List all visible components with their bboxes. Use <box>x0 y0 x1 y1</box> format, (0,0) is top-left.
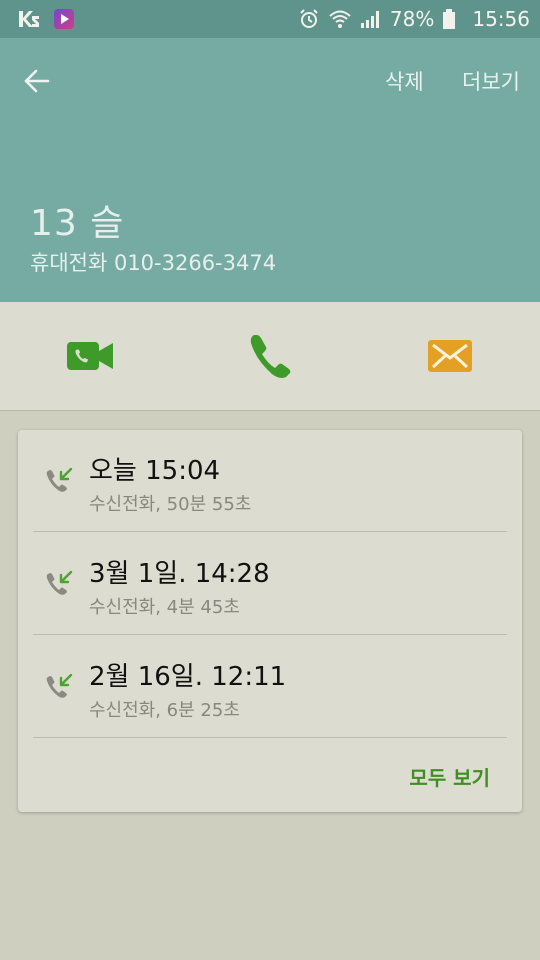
voice-call-button[interactable] <box>210 302 330 410</box>
incoming-call-icon <box>46 467 73 492</box>
incoming-call-icon <box>46 570 73 595</box>
call-log-item[interactable]: 3월 1일. 14:28 수신전화, 4분 45초 <box>18 533 522 636</box>
more-button[interactable]: 더보기 <box>462 66 520 96</box>
message-button[interactable] <box>390 302 510 410</box>
call-log-detail: 수신전화, 6분 25초 <box>89 700 240 721</box>
action-row <box>0 302 540 411</box>
phone-icon <box>250 335 291 378</box>
video-call-button[interactable] <box>30 302 150 410</box>
contact-name: 13 슬 <box>30 203 125 244</box>
alarm-icon <box>298 8 320 30</box>
wifi-icon <box>328 9 352 29</box>
call-log-item[interactable]: 오늘 15:04 수신전화, 50분 55초 <box>18 430 522 533</box>
media-app-icon <box>54 9 74 29</box>
battery-percentage: 78% <box>389 7 435 31</box>
incoming-call-icon <box>46 673 73 698</box>
call-log-detail: 수신전화, 50분 55초 <box>89 494 252 515</box>
divider <box>33 531 507 532</box>
delete-button[interactable]: 삭제 <box>385 66 424 96</box>
call-log-date: 3월 1일. 14:28 <box>89 559 270 589</box>
video-call-icon <box>67 342 113 370</box>
divider <box>33 634 507 635</box>
call-log-detail: 수신전화, 4분 45초 <box>89 597 240 618</box>
call-log-date: 오늘 15:04 <box>89 456 221 486</box>
clock: 15:56 <box>472 7 530 31</box>
contact-phone[interactable]: 휴대전화 010-3266-3474 <box>30 247 276 277</box>
back-arrow-icon <box>24 69 50 93</box>
signal-icon <box>360 9 382 29</box>
status-bar: 78% 15:56 <box>0 0 540 38</box>
battery-icon <box>442 8 456 30</box>
app-notification-icon <box>18 10 40 28</box>
divider <box>33 737 507 738</box>
contact-header: 삭제 더보기 13 슬 휴대전화 010-3266-3474 <box>0 38 540 302</box>
back-button[interactable] <box>20 64 54 98</box>
call-history-card: 오늘 15:04 수신전화, 50분 55초 3월 1일. 14:28 수신전화… <box>18 430 522 812</box>
view-all-button[interactable]: 모두 보기 <box>409 762 490 791</box>
call-log-item[interactable]: 2월 16일. 12:11 수신전화, 6분 25초 <box>18 636 522 739</box>
call-log-date: 2월 16일. 12:11 <box>89 662 287 692</box>
mail-icon <box>428 340 472 372</box>
